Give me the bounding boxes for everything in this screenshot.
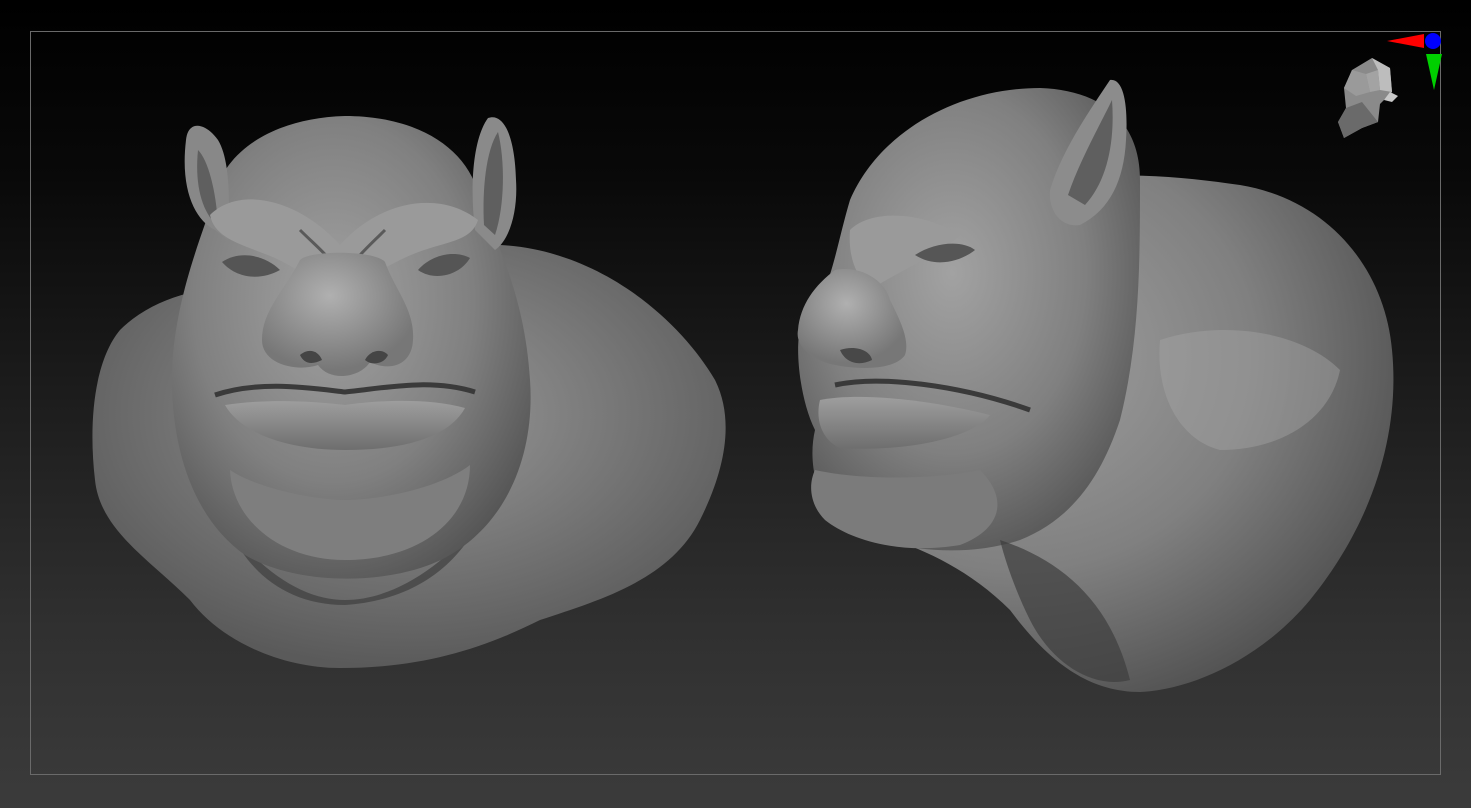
side-chin [811, 470, 998, 549]
orientation-gizmo[interactable] [1332, 30, 1447, 160]
sculpt-scene[interactable] [0, 0, 1471, 808]
head-orientation-icon[interactable] [1338, 58, 1398, 138]
z-axis-dot-icon[interactable] [1425, 33, 1441, 49]
sculpt-viewport[interactable] [0, 0, 1471, 808]
ogre-bust-side-view[interactable] [797, 79, 1394, 693]
y-axis-arrow-icon[interactable] [1426, 54, 1442, 90]
x-axis-arrow-icon[interactable] [1387, 34, 1424, 48]
ogre-bust-front-view[interactable] [92, 116, 726, 668]
